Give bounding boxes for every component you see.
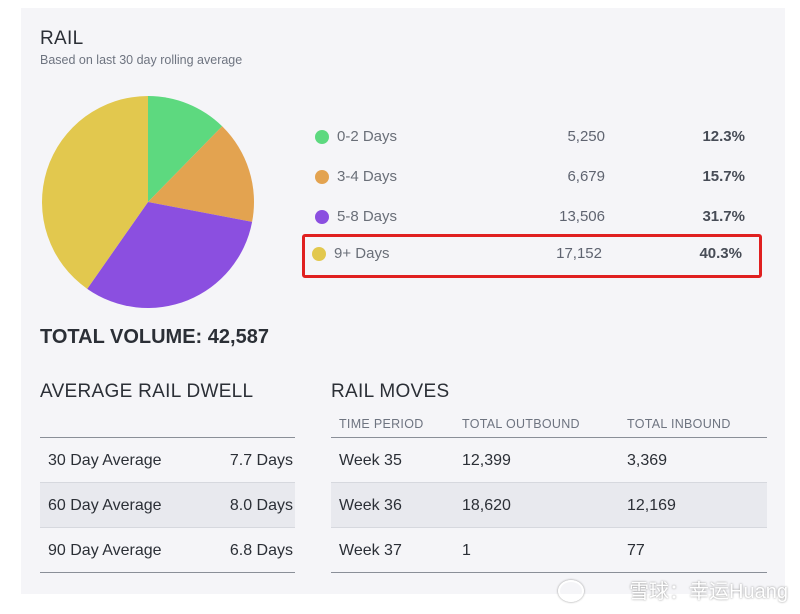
legend-percent: 12.3% [702,128,745,145]
moves-title: RAIL MOVES [331,381,450,402]
table-cell: 12,169 [627,497,676,514]
legend-row: 0-2 Days 5,250 12.3% [305,117,760,157]
legend-label: 3-4 Days [337,168,398,185]
moves-table: TIME PERIOD TOTAL OUTBOUND TOTAL INBOUND… [331,410,767,573]
table-cell: 3,369 [627,452,668,469]
dwell-value: 7.7 Days [229,452,293,469]
table-header: TIME PERIOD TOTAL OUTBOUND TOTAL INBOUND [331,410,767,438]
table-row: Week 35 12,399 3,369 [331,438,767,483]
table-cell: 77 [627,542,645,559]
total-volume: TOTAL VOLUME: 42,587 [40,326,269,348]
legend-label: 9+ Days [334,245,390,262]
table-row: Week 36 18,620 12,169 [331,483,767,528]
dwell-table: 30 Day Average 7.7 Days 60 Day Average 8… [40,437,295,573]
table-cell: 12,399 [462,452,511,469]
legend-label: 0-2 Days [337,128,398,145]
dwell-value: 6.8 Days [229,542,293,559]
table-cell: 18,620 [462,497,511,514]
legend-percent: 40.3% [699,245,742,262]
table-cell: Week 36 [339,497,402,514]
table-cell: 1 [462,542,471,559]
legend-dot-icon [312,247,326,261]
legend-count: 17,152 [556,245,602,262]
legend-row-highlighted: 9+ Days 17,152 40.3% [302,234,762,278]
watermark-logo-icon [558,580,584,602]
dwell-label: 90 Day Average [48,542,162,559]
table-cell: Week 37 [339,542,402,559]
legend-dot-icon [315,210,329,224]
column-header: TIME PERIOD [339,417,424,431]
pie-chart [42,96,255,308]
dwell-value: 8.0 Days [229,497,293,514]
legend-count: 5,250 [567,128,605,145]
card-title: RAIL [40,28,84,49]
dwell-label: 30 Day Average [48,452,162,469]
column-header: TOTAL OUTBOUND [462,417,580,431]
dwell-title: AVERAGE RAIL DWELL [40,381,254,402]
legend-row: 5-8 Days 13,506 31.7% [305,197,760,237]
table-row: 90 Day Average 6.8 Days [40,528,295,573]
legend-count: 6,679 [567,168,605,185]
column-header: TOTAL INBOUND [627,417,731,431]
legend-count: 13,506 [559,208,605,225]
table-row: 60 Day Average 8.0 Days [40,483,295,528]
legend-percent: 15.7% [702,168,745,185]
dwell-label: 60 Day Average [48,497,162,514]
table-row: Week 37 1 77 [331,528,767,573]
table-row: 30 Day Average 7.7 Days [40,438,295,483]
legend-row: 3-4 Days 6,679 15.7% [305,157,760,197]
legend-percent: 31.7% [702,208,745,225]
legend-dot-icon [315,170,329,184]
legend-label: 5-8 Days [337,208,398,225]
table-cell: Week 35 [339,452,402,469]
watermark: 雪球：幸运Huang [629,581,788,603]
legend-dot-icon [315,130,329,144]
card-subtitle: Based on last 30 day rolling average [40,53,243,67]
